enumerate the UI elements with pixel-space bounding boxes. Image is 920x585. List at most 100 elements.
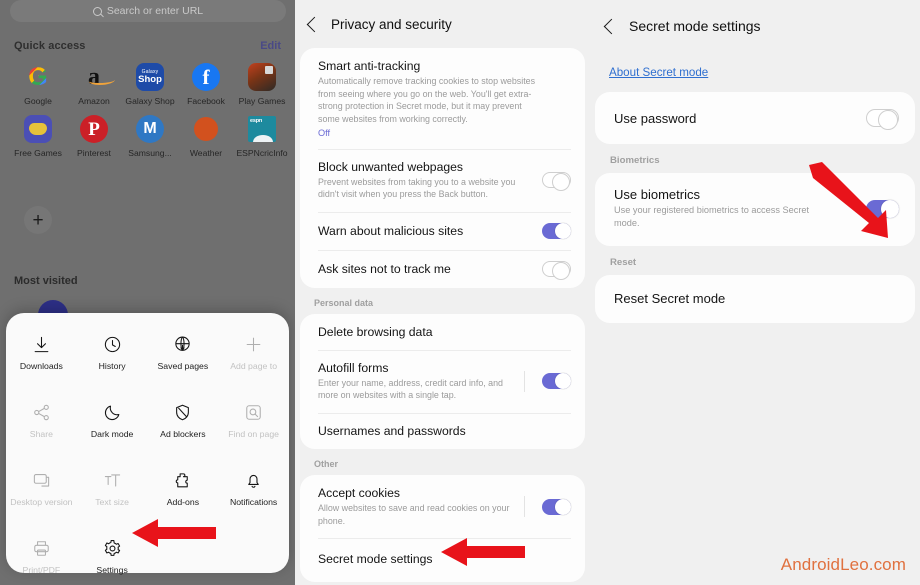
samsung-icon: M	[135, 114, 165, 144]
privacy-group-2: Delete browsing data Autofill forms Ente…	[300, 313, 585, 450]
menu-item-downloads[interactable]: Downloads	[6, 327, 77, 388]
secret-mode-settings-panel: Secret mode settings About Secret mode U…	[590, 0, 920, 585]
menu-item-label: Settings	[96, 565, 128, 575]
row-title: Reset Secret mode	[614, 290, 726, 306]
menu-item-add-ons[interactable]: Add-ons	[148, 463, 219, 524]
back-chevron-icon[interactable]	[306, 16, 323, 32]
autofill-forms-toggle[interactable]	[542, 373, 571, 390]
menu-item-label: Ad blockers	[160, 429, 206, 439]
quick-access-item-espncricinfo[interactable]: espn ESPNcricInfo	[234, 114, 290, 158]
menu-item-history[interactable]: History	[77, 327, 148, 388]
menu-item-dark-mode[interactable]: Dark mode	[77, 395, 148, 456]
autofill-forms-row[interactable]: Autofill forms Enter your name, address,…	[300, 349, 585, 413]
menu-item-find-on-page[interactable]: Find on page	[218, 395, 289, 456]
quick-access-item-google[interactable]: G Google	[10, 62, 66, 106]
use-password-card: Use password	[595, 92, 915, 144]
accept-cookies-toggle[interactable]	[542, 498, 571, 515]
quick-access-edit-button[interactable]: Edit	[260, 40, 281, 52]
quick-access-label: Free Games	[14, 148, 62, 158]
menu-item-ad-blockers[interactable]: Ad blockers	[148, 395, 219, 456]
accept-cookies-row[interactable]: Accept cookies Allow websites to save an…	[300, 475, 585, 538]
page-title: Secret mode settings	[629, 18, 761, 34]
quick-access-header: Quick access Edit	[14, 40, 281, 52]
use-biometrics-toggle[interactable]	[866, 199, 899, 218]
menu-item-label: Add-ons	[166, 497, 200, 507]
find-in-page-icon	[244, 403, 263, 422]
block-shield-icon	[173, 403, 192, 422]
menu-item-settings[interactable]: Settings	[77, 531, 148, 585]
delete-browsing-data-row[interactable]: Delete browsing data	[300, 314, 585, 350]
search-placeholder: Search or enter URL	[106, 5, 204, 17]
moon-icon	[103, 403, 122, 422]
share-icon	[32, 403, 51, 422]
galaxy-shop-line2: Shop	[138, 73, 162, 85]
clock-icon	[103, 335, 122, 354]
back-chevron-icon[interactable]	[603, 18, 620, 34]
about-secret-mode-link[interactable]: About Secret mode	[590, 52, 920, 92]
menu-item-saved-pages[interactable]: Saved pages	[148, 327, 219, 388]
row-subtitle: Use your registered biometrics to access…	[614, 205, 810, 229]
ask-sites-not-to-track-row[interactable]: Ask sites not to track me	[300, 249, 585, 288]
ask-sites-not-to-track-toggle[interactable]	[542, 260, 571, 280]
smart-anti-tracking-row[interactable]: Smart anti-tracking Automatically remove…	[300, 48, 585, 149]
secret-mode-settings-row[interactable]: Secret mode settings	[300, 538, 585, 582]
block-unwanted-webpages-toggle[interactable]	[542, 172, 571, 192]
row-title: Ask sites not to track me	[318, 261, 451, 276]
row-title: Smart anti-tracking	[318, 59, 421, 73]
desktop-icon	[32, 471, 51, 490]
row-subtitle: Allow websites to save and read cookies …	[318, 503, 510, 526]
row-title: Block unwanted webpages	[318, 159, 463, 174]
menu-item-notifications[interactable]: Notifications	[218, 463, 289, 524]
menu-item-label: Print/PDF	[22, 565, 61, 575]
menu-item-share[interactable]: Share	[6, 395, 77, 456]
usernames-and-passwords-row[interactable]: Usernames and passwords	[300, 413, 585, 449]
secret-mode-content: About Secret mode Use password Biometric…	[590, 52, 920, 323]
galaxy-shop-icon: Galaxy Shop	[135, 62, 165, 92]
menu-item-label: Notifications	[229, 497, 278, 507]
quick-access-item-weather[interactable]: Weather	[178, 114, 234, 158]
quick-access-item-samsung[interactable]: M Samsung...	[122, 114, 178, 158]
screenshot-root: Search or enter URL Quick access Edit G …	[0, 0, 920, 585]
row-title: Warn about malicious sites	[318, 223, 464, 238]
menu-item-print-pdf[interactable]: Print/PDF	[6, 531, 77, 585]
quick-access-item-free-games[interactable]: Free Games	[10, 114, 66, 158]
gear-icon	[103, 539, 122, 558]
privacy-header: Privacy and security	[295, 0, 590, 48]
section-biometrics: Biometrics	[610, 155, 660, 166]
quick-access-label: Galaxy Shop	[125, 96, 175, 106]
row-title: Use password	[614, 110, 697, 126]
row-subtitle: Prevent websites from taking you to a we…	[318, 176, 516, 200]
row-title: Delete browsing data	[318, 324, 433, 339]
row-title: Autofill forms	[318, 360, 389, 375]
row-subtitle: Automatically remove tracking cookies to…	[318, 76, 536, 124]
printer-icon	[32, 539, 51, 558]
reset-secret-mode-row[interactable]: Reset Secret mode	[595, 275, 915, 323]
menu-item-text-size[interactable]: Text size	[77, 463, 148, 524]
menu-item-label: Share	[29, 429, 53, 439]
quick-access-item-amazon[interactable]: a Amazon	[66, 62, 122, 106]
use-biometrics-row[interactable]: Use biometrics Use your registered biome…	[595, 173, 915, 246]
use-password-toggle[interactable]	[866, 109, 899, 130]
quick-access-item-galaxy-shop[interactable]: Galaxy Shop Galaxy Shop	[122, 62, 178, 106]
warn-malicious-sites-toggle[interactable]	[542, 222, 571, 239]
menu-item-desktop-version[interactable]: Desktop version	[6, 463, 77, 524]
accuweather-icon	[191, 114, 221, 144]
search-icon	[92, 6, 102, 16]
block-unwanted-webpages-row[interactable]: Block unwanted webpages Prevent websites…	[300, 148, 585, 212]
row-state: Off	[318, 127, 331, 138]
use-password-row[interactable]: Use password	[595, 92, 915, 144]
menu-item-label: Find on page	[228, 429, 279, 439]
quick-access-item-play-games[interactable]: Play Games	[234, 62, 290, 106]
warn-malicious-sites-row[interactable]: Warn about malicious sites	[300, 211, 585, 250]
menu-item-add-page-to[interactable]: Add page to	[218, 327, 289, 388]
browser-menu-sheet: Downloads History Saved pages Add page t…	[6, 313, 289, 575]
quick-access-item-pinterest[interactable]: P Pinterest	[66, 114, 122, 158]
privacy-group-3: Accept cookies Allow websites to save an…	[300, 475, 585, 583]
quick-access-label: Weather	[189, 148, 223, 158]
globe-download-icon	[173, 335, 192, 354]
search-input[interactable]: Search or enter URL	[10, 0, 286, 22]
add-quick-access-button[interactable]: +	[24, 206, 52, 234]
quick-access-item-facebook[interactable]: f Facebook	[178, 62, 234, 106]
quick-access-label: Facebook	[187, 96, 225, 106]
row-title: Secret mode settings	[318, 552, 433, 567]
